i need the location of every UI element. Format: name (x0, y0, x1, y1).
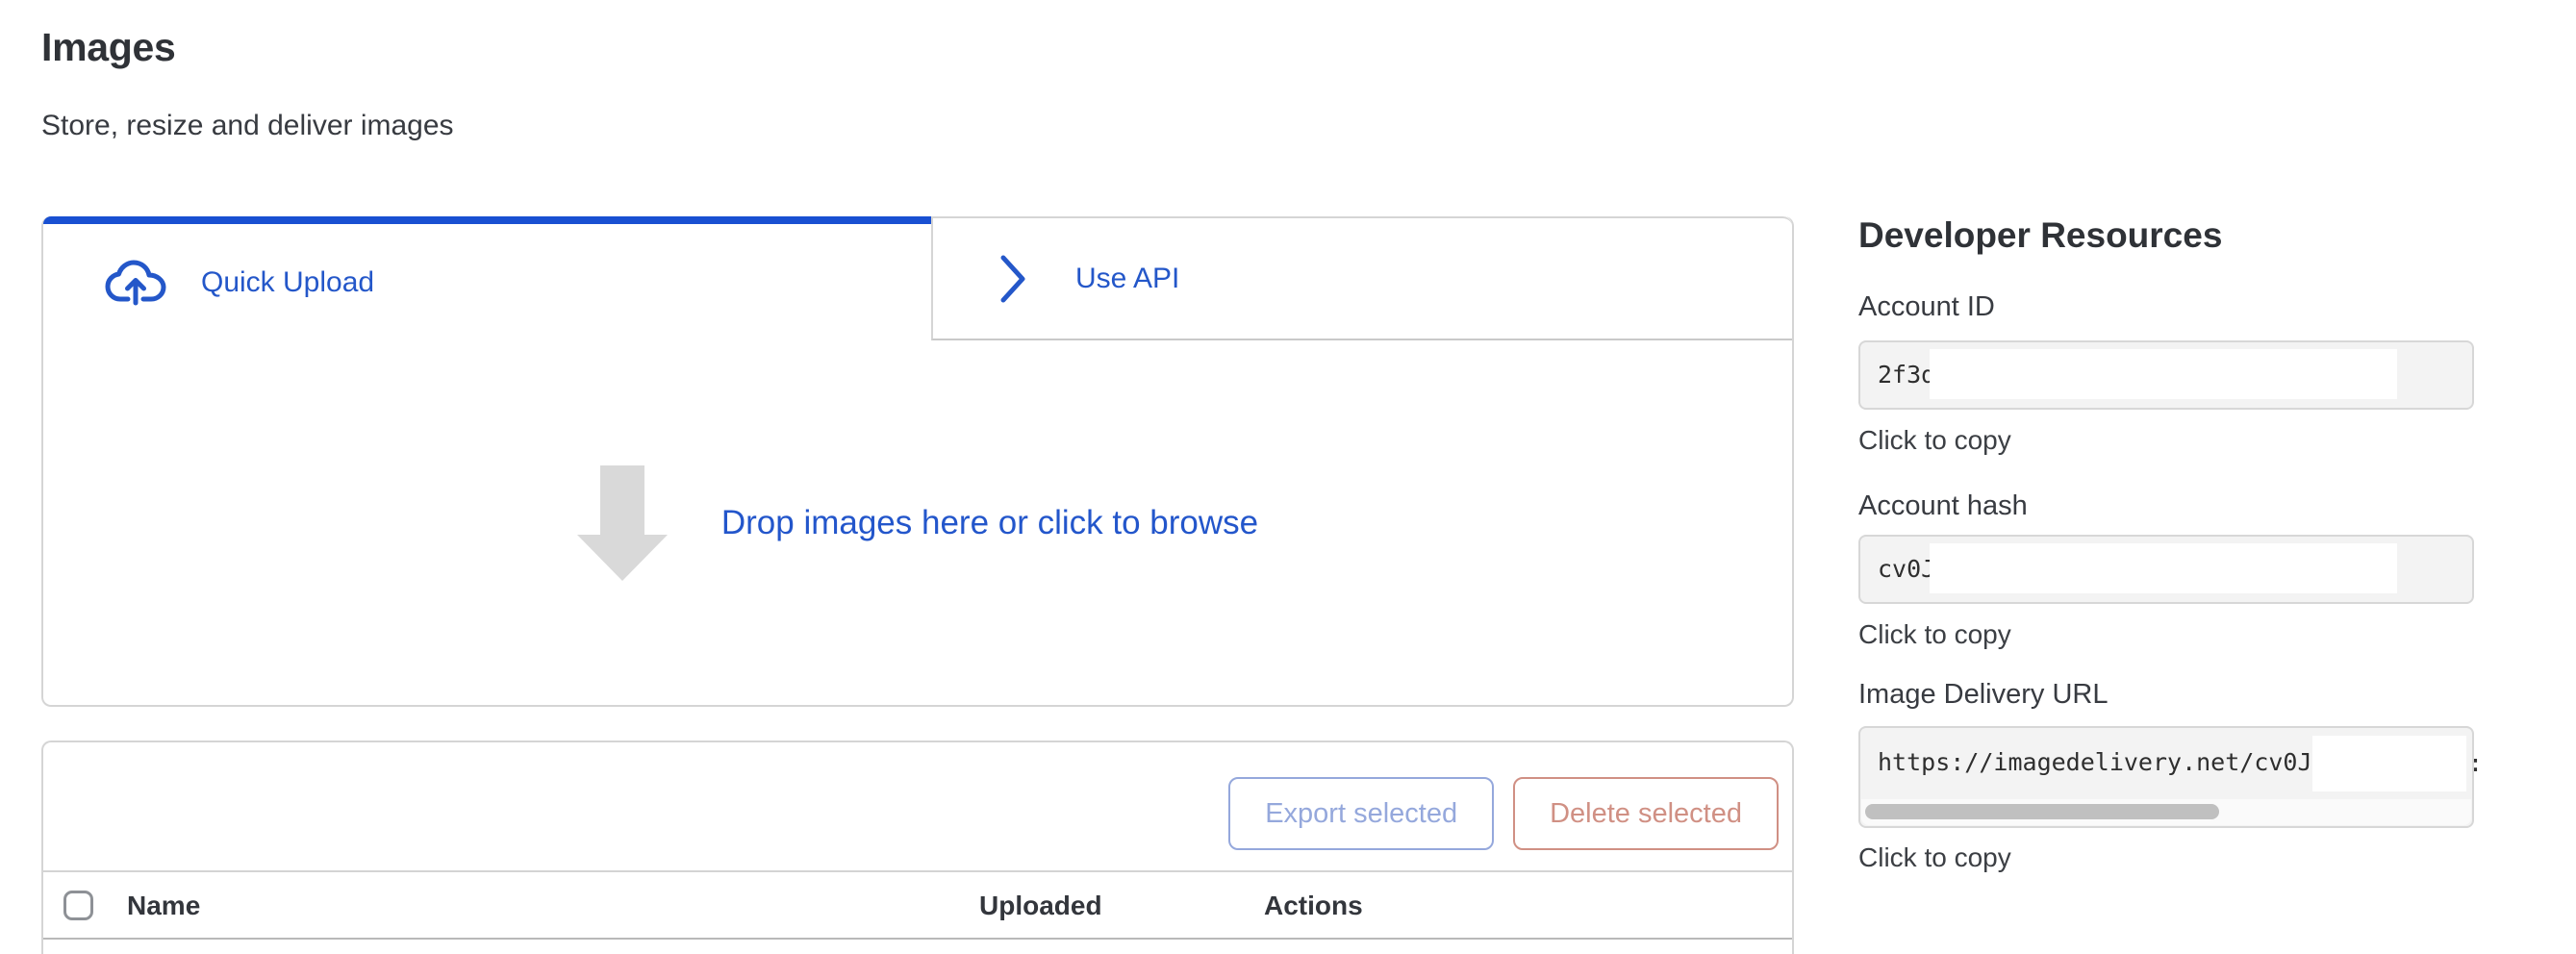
column-header-uploaded: Uploaded (979, 872, 1102, 941)
select-all-checkbox[interactable] (63, 891, 93, 920)
dropzone-label: Drop images here or click to browse (721, 504, 1258, 542)
active-tab-indicator (43, 216, 931, 224)
column-header-name: Name (127, 872, 200, 941)
scrollbar-thumb[interactable] (1865, 804, 2219, 819)
account-id-label: Account ID (1858, 291, 1995, 323)
upload-card: Quick Upload Use API Drop images here or… (41, 216, 1794, 707)
account-hash-label: Account hash (1858, 490, 2028, 522)
account-hash-field[interactable]: cv0J (1858, 535, 2474, 604)
tab-use-api-label: Use API (1075, 263, 1179, 295)
image-delivery-url-field[interactable]: https://imagedelivery.net/cv0JS : (1858, 726, 2474, 828)
developer-resources-heading: Developer Resources (1858, 215, 2222, 256)
redaction-box (1930, 349, 2397, 399)
image-delivery-url-copy-hint: Click to copy (1858, 842, 2011, 873)
tab-use-api[interactable]: Use API (931, 216, 1792, 340)
arrow-down-icon (577, 465, 668, 581)
tab-quick-upload[interactable]: Quick Upload (43, 224, 931, 340)
account-hash-copy-hint: Click to copy (1858, 619, 2011, 650)
images-table-card: Export selected Delete selected Name Upl… (41, 741, 1794, 954)
delete-selected-button[interactable]: Delete selected (1513, 777, 1779, 850)
redaction-box (2312, 736, 2466, 791)
chevron-right-icon (998, 254, 1027, 304)
horizontal-scrollbar (1861, 799, 2471, 825)
account-id-field[interactable]: 2f3d (1858, 340, 2474, 410)
redaction-box (1930, 543, 2397, 593)
images-page: Images Store, resize and deliver images … (0, 0, 2576, 954)
image-delivery-url-label: Image Delivery URL (1858, 679, 2108, 711)
cloud-upload-icon (105, 260, 166, 306)
column-header-actions: Actions (1264, 872, 1363, 941)
table-header-row: Name Uploaded Actions (43, 870, 1792, 940)
page-subtitle: Store, resize and deliver images (41, 110, 454, 142)
export-selected-button[interactable]: Export selected (1228, 777, 1494, 850)
image-delivery-url-fragment: : (2468, 728, 2483, 799)
tab-quick-upload-label: Quick Upload (201, 266, 374, 299)
page-title: Images (41, 25, 176, 70)
bulk-actions: Export selected Delete selected (1228, 777, 1779, 850)
image-dropzone[interactable]: Drop images here or click to browse (43, 340, 1792, 705)
account-id-copy-hint: Click to copy (1858, 425, 2011, 456)
